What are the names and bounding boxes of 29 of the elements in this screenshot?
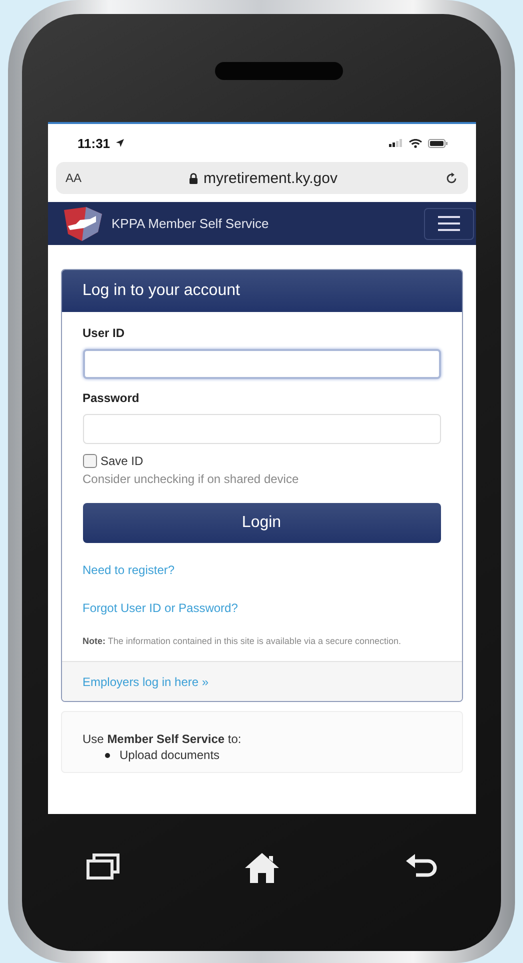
wifi-icon bbox=[408, 138, 422, 148]
input-field[interactable] bbox=[82, 349, 440, 379]
status-time: 11:31 bbox=[78, 136, 110, 150]
note-text: Note: The information contained in this site is available via a secure connection. bbox=[82, 635, 402, 648]
back-arrow-icon bbox=[404, 852, 438, 880]
hint-text: Consider unchecking if on shared device bbox=[82, 472, 300, 486]
field-label: Password bbox=[82, 391, 140, 405]
list-item: Upload documents bbox=[120, 748, 220, 762]
reload-icon[interactable] bbox=[444, 172, 458, 184]
site-title: KPPA Member Self Service bbox=[112, 216, 269, 231]
field-label: User ID bbox=[82, 326, 126, 340]
stacked-windows-icon bbox=[86, 852, 120, 880]
info-text: Use Member Self Service to: bbox=[82, 732, 242, 746]
bullet-icon bbox=[104, 752, 110, 758]
text-size-button[interactable]: AA bbox=[66, 171, 82, 185]
card-title: Log in to your account bbox=[82, 282, 240, 300]
home-icon bbox=[244, 852, 280, 884]
address-bar[interactable]: AA myretirement.ky.gov bbox=[56, 162, 468, 194]
url-text: myretirement.ky.gov bbox=[204, 170, 338, 186]
signal-icon bbox=[388, 139, 402, 147]
location-arrow-icon bbox=[116, 139, 124, 147]
battery-icon bbox=[428, 138, 448, 148]
menu-button[interactable] bbox=[424, 208, 474, 240]
lock-icon bbox=[188, 172, 198, 184]
checkbox[interactable] bbox=[82, 454, 96, 468]
input-field[interactable] bbox=[82, 414, 440, 444]
menu-icon bbox=[438, 216, 460, 231]
login-button[interactable]: Login bbox=[82, 503, 440, 543]
checkbox-label: Save ID bbox=[100, 454, 144, 468]
